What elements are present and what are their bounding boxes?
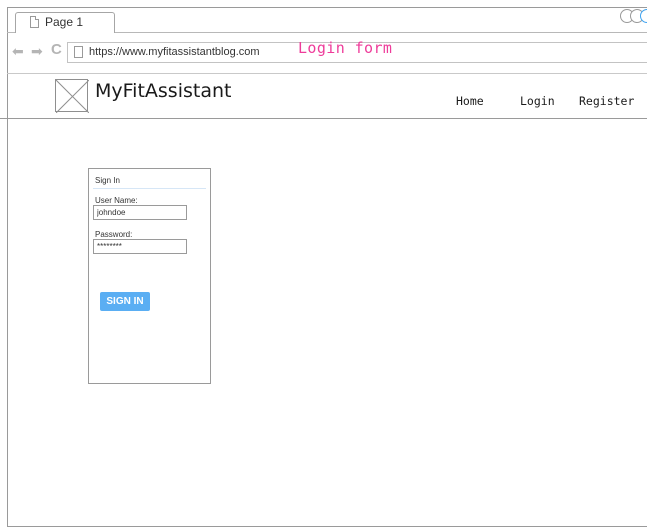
address-bar-divider [7,73,647,74]
header-divider [0,118,647,119]
site-title: MyFitAssistant [95,80,232,102]
username-label: User Name: [95,196,138,205]
forward-arrow-icon[interactable]: ➡ [31,44,43,58]
tab-label: Page 1 [45,15,84,29]
reload-icon[interactable]: C [51,42,62,58]
image-placeholder-icon [56,80,89,113]
password-input[interactable] [93,239,187,254]
username-input[interactable] [93,205,187,220]
sign-in-button[interactable]: SIGN IN [100,292,150,311]
nav-link-home[interactable]: Home [456,94,484,108]
page-icon [74,46,83,58]
back-arrow-icon[interactable]: ⬅ [12,44,24,58]
nav-link-login[interactable]: Login [520,94,555,108]
sign-in-title: Sign In [95,176,120,185]
sign-in-title-divider [93,188,206,189]
page-icon [30,16,39,28]
password-label: Password: [95,230,133,239]
logo-placeholder-icon [55,79,89,113]
nav-link-register[interactable]: Register [579,94,634,108]
url-text[interactable]: https://www.myfitassistantblog.com [89,46,260,58]
annotation-label: Login form [298,39,393,57]
window-control-circle-icon[interactable] [640,9,647,23]
